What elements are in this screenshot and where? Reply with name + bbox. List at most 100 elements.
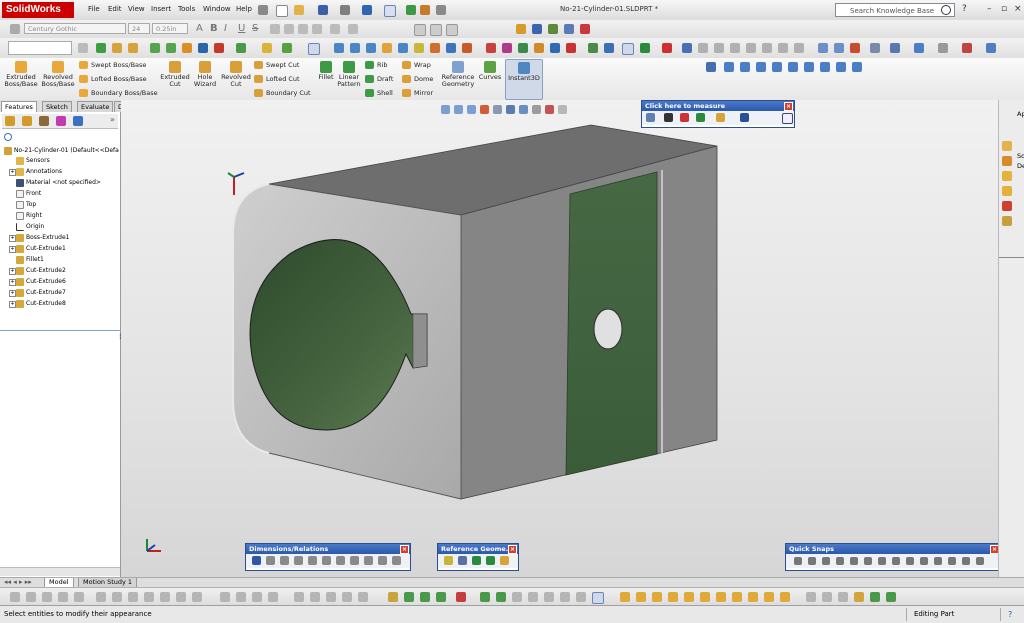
rib-button[interactable]: Rib (365, 61, 387, 69)
menu-file[interactable]: File (88, 5, 100, 13)
font-height-input[interactable]: 0.25in (152, 23, 188, 34)
toolbar-icon[interactable] (326, 592, 336, 602)
tree-horizontal-scrollbar[interactable] (0, 567, 120, 576)
quick-snaps-icon[interactable] (564, 24, 574, 34)
tools-toolbar-icon[interactable] (662, 43, 672, 53)
quadrant-snap-icon[interactable] (836, 557, 844, 565)
wrap-button[interactable]: Wrap (402, 61, 431, 69)
italic-icon[interactable]: I (224, 23, 227, 34)
section-view-icon[interactable] (850, 43, 860, 53)
dome-button[interactable]: Dome (402, 75, 433, 83)
curves-tool-icon[interactable] (854, 592, 864, 602)
view-cube-icon[interactable] (788, 62, 798, 72)
point-to-point-icon[interactable] (696, 113, 705, 122)
close-icon[interactable]: × (1014, 4, 1022, 14)
save-icon[interactable] (740, 113, 749, 122)
text-stack-icon[interactable] (330, 24, 340, 34)
feature-tool-icon[interactable] (652, 592, 662, 602)
mirror-button[interactable]: Mirror (402, 89, 433, 97)
apply-scene-icon[interactable] (962, 43, 972, 53)
ordinate-dimension-icon[interactable] (308, 556, 317, 565)
mate-reference-icon[interactable] (500, 556, 509, 565)
display-toolbar-icon[interactable] (794, 43, 804, 53)
measure-panel[interactable]: Click here to measure × (641, 100, 795, 128)
point-icon[interactable] (486, 556, 495, 565)
chevron-right-icon[interactable]: » (110, 115, 115, 124)
menu-window[interactable]: Window (203, 5, 231, 13)
file-explorer-icon[interactable] (1002, 171, 1012, 181)
curves-toolbar-icon[interactable] (262, 43, 272, 53)
xyz-icon[interactable] (680, 113, 689, 122)
tree-item-right-plane[interactable]: Right (16, 212, 42, 220)
view-toolbar-icon[interactable] (350, 43, 360, 53)
toolbar-icon[interactable] (544, 592, 554, 602)
display-toolbar-icon[interactable] (698, 43, 708, 53)
help-status-icon[interactable]: ? (1008, 606, 1012, 623)
relation-icon[interactable] (350, 556, 359, 565)
tree-item-front-plane[interactable]: Front (16, 190, 41, 198)
expand-panel-icon[interactable] (782, 113, 793, 124)
bold-icon[interactable]: B (210, 23, 218, 34)
toolbar-icon[interactable] (560, 592, 570, 602)
view-cube-icon[interactable] (756, 62, 766, 72)
toolbar-icon[interactable] (220, 592, 230, 602)
boundary-boss-button[interactable]: Boundary Boss/Base (79, 89, 158, 97)
featuremanager-icon[interactable] (5, 116, 15, 126)
feature-toolbar-icon[interactable] (112, 43, 122, 53)
print-icon[interactable] (340, 5, 350, 15)
baseline-dimension-icon[interactable] (294, 556, 303, 565)
sketch-icon[interactable] (516, 24, 526, 34)
close-icon[interactable]: × (990, 545, 998, 554)
font-select[interactable]: Century Gothic (24, 23, 126, 34)
sketch-relation-icon[interactable] (548, 24, 558, 34)
view-toolbar-icon[interactable] (446, 43, 456, 53)
menu-help[interactable]: Help (236, 5, 252, 13)
relation-icon[interactable] (392, 556, 401, 565)
toolbar-icon[interactable] (310, 592, 320, 602)
grid-snap-icon[interactable] (962, 557, 970, 565)
sketch-tool-icon[interactable] (388, 592, 398, 602)
relation-icon[interactable] (364, 556, 373, 565)
toolbar-icon[interactable] (576, 592, 586, 602)
nearest-snap-icon[interactable] (864, 557, 872, 565)
display-toolbar-icon[interactable] (762, 43, 772, 53)
layer-icon[interactable] (430, 24, 442, 36)
reference-panel-header[interactable]: Reference Geome... × (438, 544, 518, 554)
snap-icon[interactable] (706, 62, 716, 72)
toolbar-icon[interactable] (358, 592, 368, 602)
toolbar-icon[interactable] (144, 592, 154, 602)
tree-item-cut-extrude1[interactable]: + Cut-Extrude1 (9, 245, 66, 253)
draft-button[interactable]: Draft (365, 75, 393, 83)
view-cube-icon[interactable] (724, 62, 734, 72)
view-settings-icon[interactable] (986, 43, 996, 53)
toolbar-icon[interactable] (236, 592, 246, 602)
sketch-tool-icon[interactable] (480, 592, 490, 602)
display-toolbar-icon[interactable] (778, 43, 788, 53)
toolbar-icon[interactable] (512, 592, 522, 602)
boundary-cut-button[interactable]: Boundary Cut (254, 89, 311, 97)
horizontal-snap-icon[interactable] (920, 557, 928, 565)
toolbar-icon[interactable] (42, 592, 52, 602)
feature-tool-icon[interactable] (700, 592, 710, 602)
angle-snap-icon[interactable] (976, 557, 984, 565)
tree-item-origin[interactable]: Origin (16, 223, 44, 231)
configurationmanager-icon[interactable] (39, 116, 49, 126)
instant3d-button[interactable]: Instant3D (505, 59, 543, 100)
view-toolbar-icon[interactable] (430, 43, 440, 53)
view-palette-icon[interactable] (1002, 186, 1012, 196)
toolbar-icon[interactable] (176, 592, 186, 602)
feature-tool-icon[interactable] (684, 592, 694, 602)
select-toolbar-icon[interactable] (622, 43, 634, 55)
reference-geometry-panel[interactable]: Reference Geome... × (437, 543, 519, 571)
text-angle-icon[interactable] (348, 24, 358, 34)
toolbar-icon[interactable] (342, 592, 352, 602)
extruded-cut-button[interactable]: Extruded Cut (160, 61, 190, 88)
search-input[interactable]: Search Knowledge Base (835, 3, 955, 17)
curves-tool-icon[interactable] (870, 592, 880, 602)
toolbar-icon[interactable] (58, 592, 68, 602)
repair-sketch-icon[interactable] (580, 24, 590, 34)
tab-features[interactable]: Features (1, 101, 37, 112)
tools-toolbar-icon[interactable] (486, 43, 496, 53)
layer-icon[interactable] (446, 24, 458, 36)
tree-root-part[interactable]: No-21-Cylinder-01 (Default<<Defa (4, 147, 119, 155)
